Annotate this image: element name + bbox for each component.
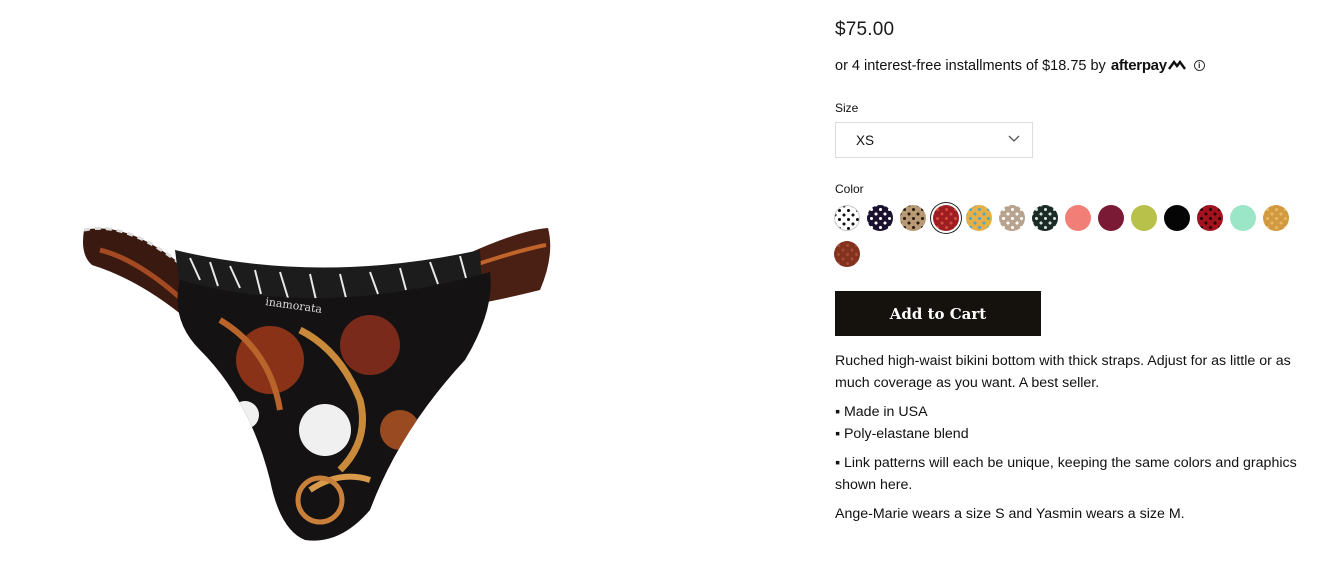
color-swatch-coral[interactable] bbox=[1065, 205, 1091, 231]
description-intro: Ruched high-waist bikini bottom with thi… bbox=[835, 353, 1291, 391]
price: $75.00 bbox=[835, 19, 895, 40]
afterpay-logo: afterpay bbox=[1111, 57, 1188, 74]
size-selected-value: XS bbox=[856, 133, 875, 148]
color-label: Color bbox=[835, 182, 864, 196]
color-swatch-green-print[interactable] bbox=[1032, 205, 1058, 231]
color-swatch-leopard[interactable] bbox=[900, 205, 926, 231]
size-label: Size bbox=[835, 101, 859, 115]
color-swatch-brown[interactable] bbox=[834, 241, 860, 267]
chevron-down-icon bbox=[1008, 135, 1020, 142]
color-swatch-polka-dot-navy[interactable] bbox=[867, 205, 893, 231]
add-to-cart-button[interactable]: Add to Cart bbox=[835, 291, 1041, 336]
pattern-note: ▪ Link patterns will each be unique, kee… bbox=[835, 455, 1297, 493]
color-swatch-red-link[interactable] bbox=[933, 205, 959, 231]
color-swatch-lime[interactable] bbox=[1131, 205, 1157, 231]
color-swatch-taupe-dot[interactable] bbox=[999, 205, 1025, 231]
color-swatch-mint[interactable] bbox=[1230, 205, 1256, 231]
feature-item: ▪ Poly-elastane blend bbox=[835, 425, 969, 442]
color-swatch-burgundy[interactable] bbox=[1098, 205, 1124, 231]
afterpay-text: or 4 interest-free installments of $18.7… bbox=[835, 57, 1106, 74]
color-swatch-polka-dot-white[interactable] bbox=[834, 205, 860, 231]
product-image: inamorata bbox=[83, 226, 551, 541]
feature-item: ▪ Made in USA bbox=[835, 404, 928, 420]
model-fit-note: Ange-Marie wears a size S and Yasmin wea… bbox=[835, 506, 1185, 522]
size-select[interactable]: XS bbox=[835, 122, 1033, 158]
color-swatch-red-snake[interactable] bbox=[1197, 205, 1223, 231]
info-icon[interactable]: i bbox=[1193, 60, 1205, 71]
feature-list: ▪ Made in USA ▪ Poly-elastane blend bbox=[835, 402, 1310, 445]
color-swatch-black[interactable] bbox=[1164, 205, 1190, 231]
color-swatch-multi-print[interactable] bbox=[966, 205, 992, 231]
product-description: Ruched high-waist bikini bottom with thi… bbox=[835, 351, 1310, 534]
color-swatch-mustard[interactable] bbox=[1263, 205, 1289, 231]
afterpay-installments: or 4 interest-free installments of $18.7… bbox=[835, 57, 1205, 74]
